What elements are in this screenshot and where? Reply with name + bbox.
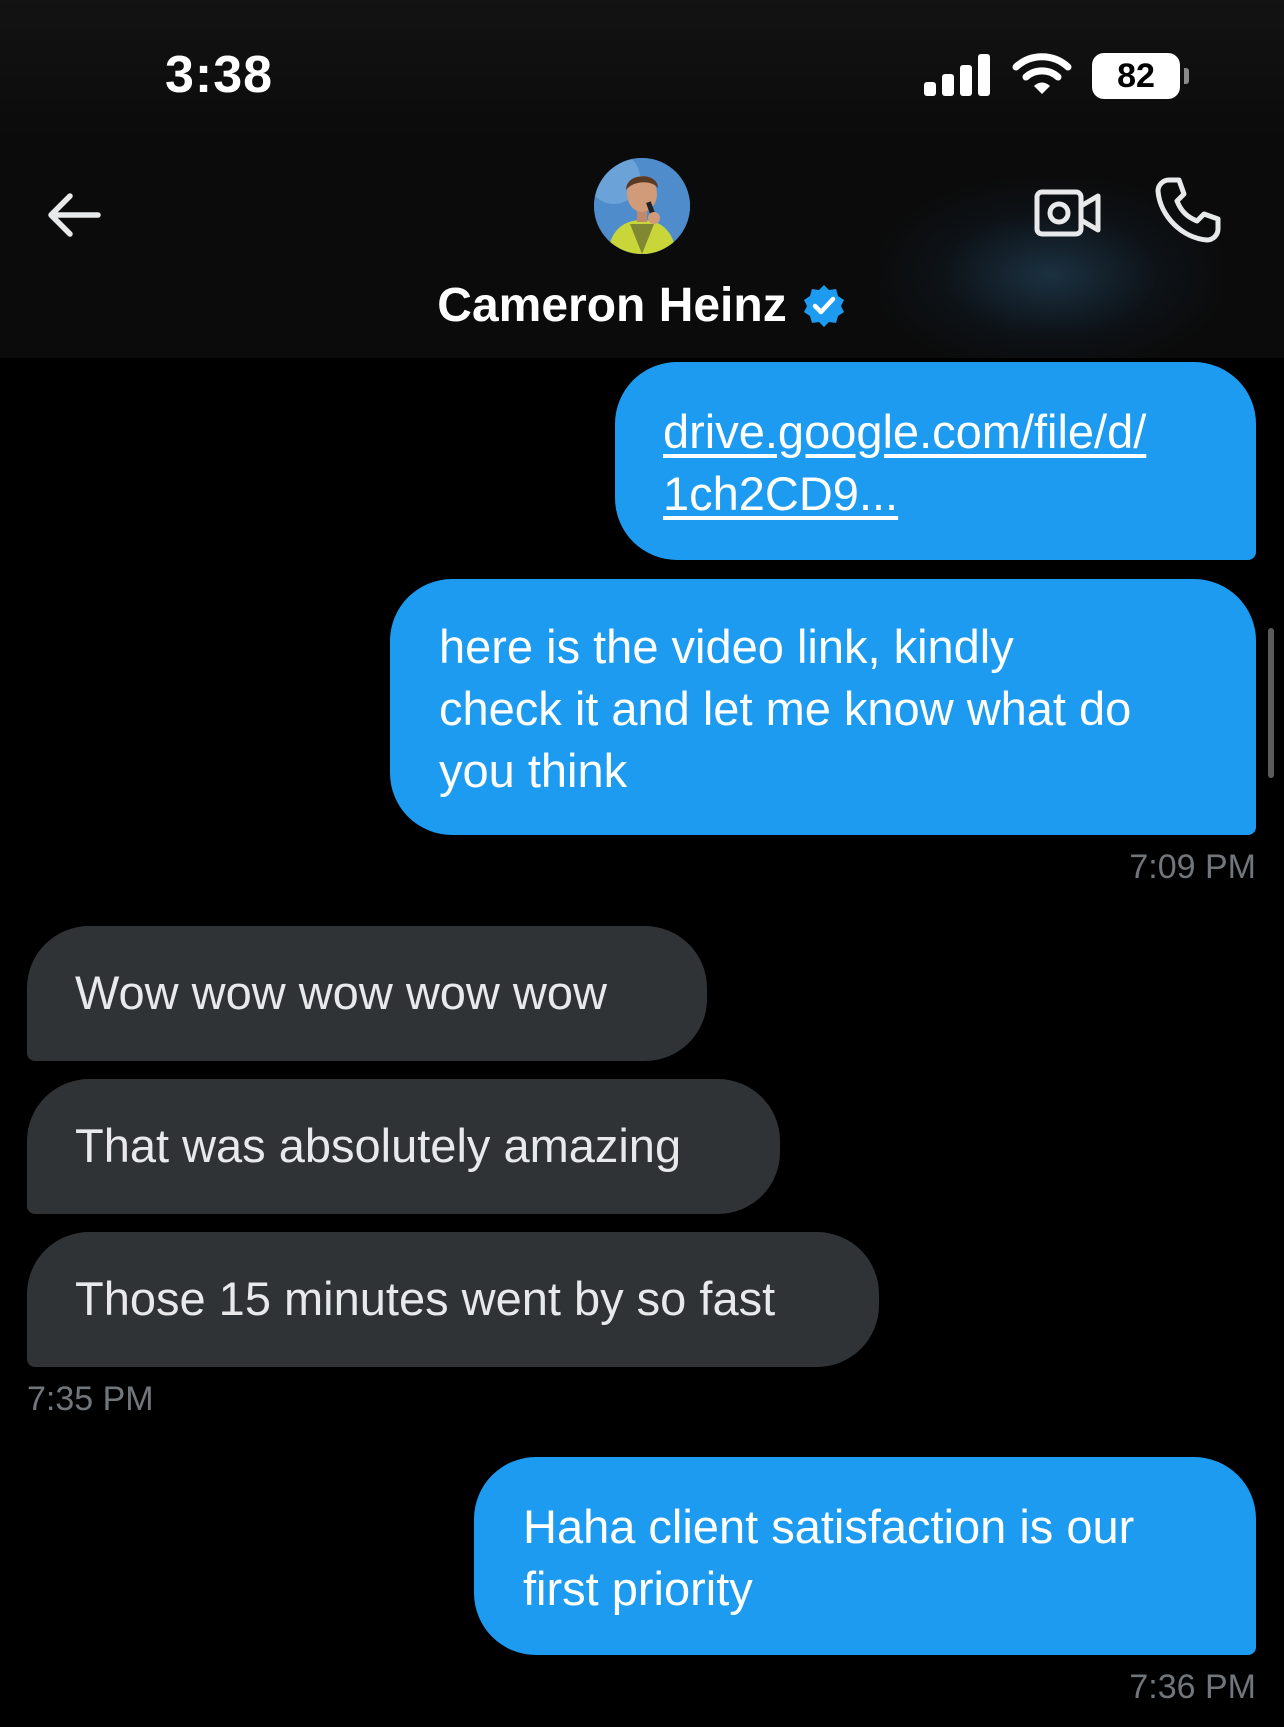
message-bubble-incoming[interactable]: That was absolutely amazing [27, 1079, 780, 1214]
message-bubble-incoming[interactable]: Wow wow wow wow wow [27, 926, 707, 1061]
phone-icon[interactable] [1152, 174, 1224, 246]
message-text: Haha client satisfaction is our [523, 1500, 1135, 1553]
message-text: Wow wow wow wow wow [75, 966, 607, 1019]
message-bubble-outgoing[interactable]: drive.google.com/file/d/ 1ch2CD9... [615, 362, 1256, 560]
wifi-icon [1012, 53, 1072, 94]
status-bar: 3:38 82 [0, 0, 1284, 140]
message-timestamp: 7:35 PM [27, 1380, 154, 1418]
message-bubble-incoming[interactable]: Those 15 minutes went by so fast [27, 1232, 879, 1367]
message-text: Those 15 minutes went by so fast [75, 1272, 776, 1325]
back-arrow-icon[interactable] [40, 180, 110, 250]
video-call-icon[interactable] [1034, 178, 1102, 246]
message-link[interactable]: drive.google.com/file/d/ [663, 405, 1146, 458]
message-text: first priority [523, 1562, 753, 1615]
scrollbar[interactable] [1268, 628, 1274, 778]
message-bubble-outgoing[interactable]: here is the video link, kindly check it … [390, 579, 1256, 835]
message-text: here is the video link, kindly [439, 620, 1014, 673]
status-time: 3:38 [165, 46, 274, 104]
verified-badge-icon [803, 285, 844, 327]
message-text: check it and let me know what do [439, 682, 1132, 735]
message-link[interactable]: 1ch2CD9... [663, 467, 898, 520]
contact-name[interactable]: Cameron Heinz [0, 276, 1284, 336]
contact-name-text: Cameron Heinz [437, 279, 787, 332]
conversation-header: Cameron Heinz [0, 140, 1284, 358]
avatar[interactable] [594, 158, 690, 254]
message-bubble-outgoing[interactable]: Haha client satisfaction is our first pr… [474, 1457, 1256, 1655]
message-text: you think [439, 744, 628, 797]
cellular-signal-icon [924, 54, 990, 96]
message-text: That was absolutely amazing [75, 1119, 682, 1172]
battery-indicator: 82 [1092, 53, 1189, 99]
message-timestamp: 7:09 PM [1129, 848, 1256, 886]
message-timestamp: 7:36 PM [1129, 1668, 1256, 1706]
